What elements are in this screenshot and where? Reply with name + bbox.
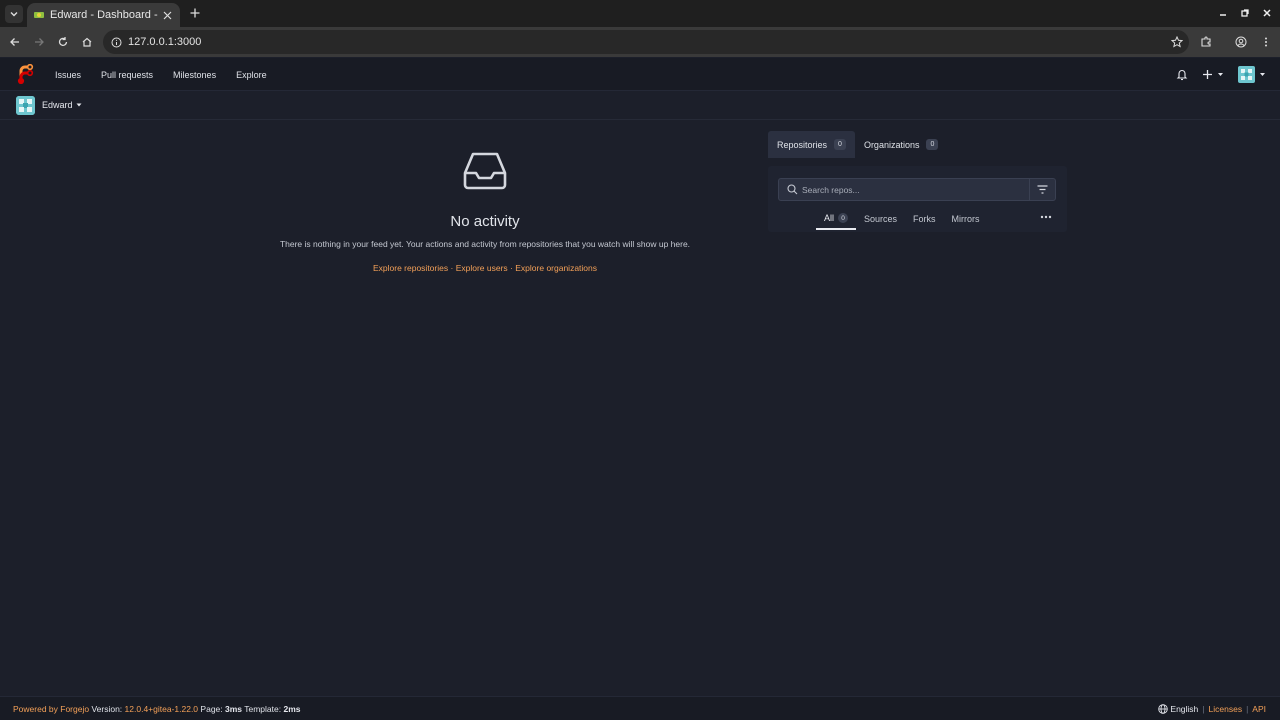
- globe-icon: [1158, 704, 1169, 714]
- tab-repositories[interactable]: Repositories 0: [768, 131, 855, 158]
- extensions-icon[interactable]: [1198, 34, 1214, 50]
- link-separator: ·: [510, 263, 513, 273]
- filter-icon: [1037, 185, 1048, 194]
- subtab-mirrors[interactable]: Mirrors: [944, 208, 988, 230]
- subtab-forks[interactable]: Forks: [905, 208, 944, 230]
- close-window-icon[interactable]: [1260, 6, 1274, 20]
- forward-icon[interactable]: [31, 34, 47, 50]
- browser-tab[interactable]: Edward - Dashboard -: [27, 3, 180, 27]
- restore-icon[interactable]: [1238, 6, 1252, 20]
- notifications-bell-icon[interactable]: [1176, 68, 1188, 81]
- link-separator: ·: [450, 263, 454, 273]
- search-icon: [787, 184, 798, 195]
- page-footer: Powered by Forgejo Version: 12.0.4+gitea…: [0, 696, 1280, 720]
- feed-explore-links: Explore repositories · Explore users · E…: [215, 263, 755, 273]
- repositories-count-badge: 0: [834, 139, 846, 150]
- main-nav: Issues Pull requests Milestones Explore: [45, 58, 277, 91]
- organizations-count-badge: 0: [926, 139, 939, 150]
- version-link[interactable]: 12.0.4+gitea-1.22.0: [125, 704, 199, 714]
- repo-search-input[interactable]: [798, 184, 1029, 195]
- favicon-icon: [34, 12, 44, 18]
- avatar: [1238, 66, 1255, 83]
- repo-list-panel: All 0 Sources Forks Mirrors: [768, 166, 1067, 232]
- explore-users-link[interactable]: Explore users: [456, 263, 508, 273]
- nav-issues[interactable]: Issues: [45, 70, 91, 80]
- nav-pull-requests[interactable]: Pull requests: [91, 70, 163, 80]
- subtab-sources[interactable]: Sources: [856, 208, 905, 230]
- dashboard-context-bar: Edward: [0, 91, 1280, 120]
- repo-search-box: [778, 178, 1056, 201]
- dashboard-panel-tabs: Repositories 0 Organizations 0: [768, 131, 947, 158]
- site-navbar: Issues Pull requests Milestones Explore: [0, 58, 1280, 91]
- caret-down-icon: [76, 103, 82, 107]
- url-text: 127.0.0.1:3000: [128, 36, 202, 48]
- bookmark-star-icon[interactable]: [1170, 35, 1184, 53]
- context-avatar: [16, 96, 35, 115]
- window-controls: [1216, 6, 1274, 20]
- explore-repositories-link[interactable]: Explore repositories: [373, 263, 448, 273]
- chevron-down-icon: [10, 12, 18, 17]
- new-tab-icon[interactable]: [187, 5, 203, 21]
- filter-button[interactable]: [1029, 179, 1055, 200]
- feed-empty-description: There is nothing in your feed yet. Your …: [279, 239, 691, 249]
- browser-menu-icon[interactable]: [1258, 34, 1274, 50]
- subtab-all-label: All: [824, 213, 835, 223]
- context-user-name: Edward: [42, 100, 73, 110]
- tab-close-icon[interactable]: [160, 8, 174, 22]
- tab-title: Edward - Dashboard -: [50, 9, 158, 21]
- subtab-all[interactable]: All 0: [816, 208, 857, 230]
- version-label: Version:: [91, 704, 123, 714]
- plus-icon: [1203, 70, 1212, 79]
- create-new-dropdown[interactable]: [1202, 69, 1224, 80]
- footer-divider: |: [1202, 704, 1205, 714]
- caret-down-icon: [1218, 73, 1223, 76]
- explore-organizations-link[interactable]: Explore organizations: [515, 263, 597, 273]
- all-count-badge: 0: [838, 213, 849, 223]
- nav-explore[interactable]: Explore: [226, 70, 277, 80]
- footer-divider: |: [1246, 704, 1249, 714]
- browser-toolbar: 127.0.0.1:3000: [0, 27, 1280, 57]
- user-menu-dropdown[interactable]: [1238, 66, 1266, 83]
- powered-by-link[interactable]: Powered by Forgejo: [13, 704, 89, 714]
- activity-feed-empty: No activity There is nothing in your fee…: [215, 140, 755, 273]
- tab-search-button[interactable]: [5, 5, 23, 23]
- back-icon[interactable]: [7, 34, 23, 50]
- browser-tabbar: Edward - Dashboard -: [0, 0, 1280, 27]
- more-options-icon[interactable]: [1040, 208, 1052, 226]
- profile-icon[interactable]: [1233, 34, 1249, 50]
- site-info-icon[interactable]: [111, 37, 122, 48]
- context-switcher[interactable]: Edward: [42, 100, 82, 110]
- home-icon[interactable]: [79, 34, 95, 50]
- tab-repositories-label: Repositories: [777, 139, 828, 150]
- address-bar[interactable]: 127.0.0.1:3000: [103, 30, 1189, 54]
- reload-icon[interactable]: [55, 34, 71, 50]
- licenses-link[interactable]: Licenses: [1209, 704, 1243, 714]
- template-time-label: Template:: [244, 704, 282, 714]
- footer-info: Powered by Forgejo Version: 12.0.4+gitea…: [13, 704, 301, 714]
- feed-empty-title: No activity: [450, 213, 520, 230]
- api-link[interactable]: API: [1252, 704, 1266, 714]
- language-label: English: [1170, 704, 1199, 714]
- minimize-icon[interactable]: [1216, 6, 1230, 20]
- repo-filter-tabs: All 0 Sources Forks Mirrors: [816, 208, 988, 230]
- forgejo-logo-icon[interactable]: [16, 64, 34, 84]
- nav-right: [1176, 66, 1266, 83]
- tab-organizations[interactable]: Organizations 0: [855, 131, 947, 158]
- page-time-value: 3ms: [225, 704, 243, 714]
- caret-down-icon: [1260, 73, 1265, 76]
- tab-organizations-label: Organizations: [863, 139, 920, 150]
- footer-links: English | Licenses | API: [1158, 704, 1266, 714]
- nav-milestones[interactable]: Milestones: [163, 70, 226, 80]
- language-selector[interactable]: English: [1158, 704, 1198, 714]
- page-time-label: Page:: [200, 704, 223, 714]
- inbox-icon: [463, 152, 507, 190]
- template-time-value: 2ms: [283, 704, 301, 714]
